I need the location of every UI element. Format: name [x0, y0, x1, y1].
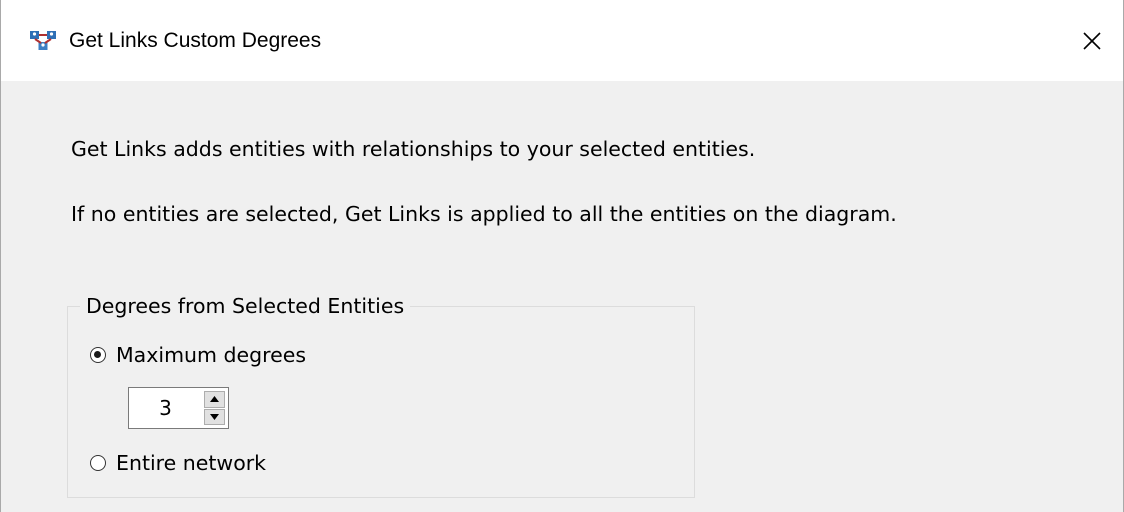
window-title: Get Links Custom Degrees	[69, 29, 322, 52]
decrement-button[interactable]	[204, 408, 225, 425]
maximum-degrees-label[interactable]: Maximum degrees	[116, 343, 306, 367]
increment-button[interactable]	[204, 391, 225, 408]
entire-network-option[interactable]: Entire network	[90, 451, 266, 475]
arrow-up-icon	[210, 396, 219, 403]
entire-network-label[interactable]: Entire network	[116, 451, 266, 475]
arrow-down-icon	[210, 413, 219, 420]
groupbox-legend: Degrees from Selected Entities	[80, 291, 411, 321]
degrees-value[interactable]: 3	[129, 388, 202, 428]
stepper-buttons	[204, 391, 225, 425]
entire-network-radio[interactable]	[90, 455, 106, 471]
intro-text-2: If no entities are selected, Get Links i…	[71, 202, 897, 226]
degrees-groupbox: Degrees from Selected Entities Maximum d…	[67, 291, 695, 498]
dialog-window: Get Links Custom Degrees Get Links adds …	[0, 0, 1124, 512]
dialog-content: Get Links adds entities with relationshi…	[1, 81, 1123, 512]
intro-text-1: Get Links adds entities with relationshi…	[71, 137, 756, 161]
network-entities-icon	[30, 31, 56, 50]
close-icon	[1083, 31, 1101, 50]
maximum-degrees-radio[interactable]	[90, 347, 106, 363]
title-bar[interactable]: Get Links Custom Degrees	[1, 0, 1123, 81]
maximum-degrees-option[interactable]: Maximum degrees	[90, 343, 306, 367]
degrees-stepper[interactable]: 3	[128, 387, 229, 429]
close-button[interactable]	[1061, 0, 1123, 81]
